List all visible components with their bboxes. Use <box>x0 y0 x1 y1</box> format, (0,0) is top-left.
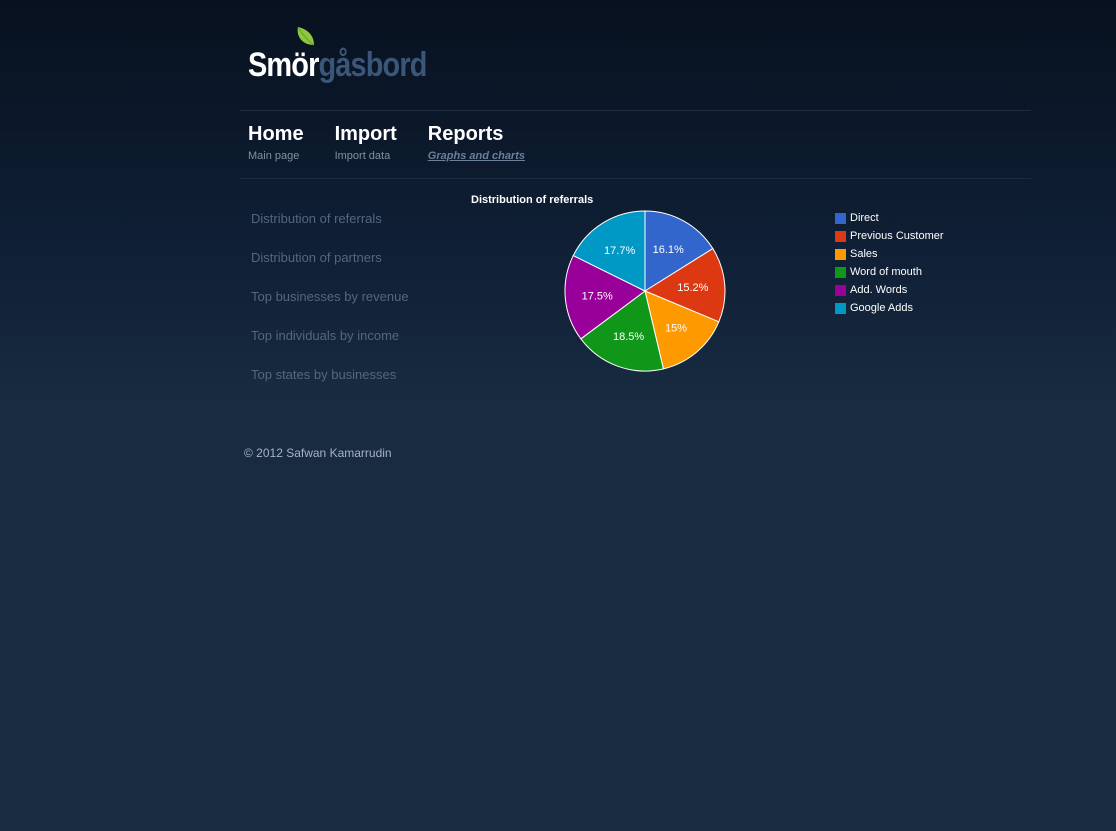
legend-swatch <box>835 302 846 314</box>
legend-label: Previous Customer <box>850 230 944 242</box>
logo-text: Smörgåsbord <box>248 46 427 84</box>
nav-title: Home <box>248 123 304 145</box>
legend-item[interactable]: Add. Words <box>835 281 944 299</box>
legend-swatch <box>835 230 846 242</box>
nav-subtitle-link[interactable]: Graphs and charts <box>428 149 525 163</box>
legend-label: Word of mouth <box>850 266 922 278</box>
legend-swatch <box>835 248 846 260</box>
chart-title: Distribution of referrals <box>471 194 594 206</box>
legend-item[interactable]: Google Adds <box>835 299 944 317</box>
nav-subtitle: Import data <box>334 150 391 162</box>
leaf-icon <box>297 26 315 46</box>
legend-swatch <box>835 212 846 224</box>
legend-item[interactable]: Previous Customer <box>835 227 944 245</box>
legend-swatch <box>835 266 846 278</box>
report-menu-item-referrals[interactable]: Distribution of referrals <box>251 210 409 249</box>
report-menu-item-states-businesses[interactable]: Top states by businesses <box>251 366 409 405</box>
legend-swatch <box>835 284 846 296</box>
legend-label: Google Adds <box>850 302 913 314</box>
nav-title: Import <box>334 123 397 145</box>
logo-text-part1: Smör <box>248 46 319 84</box>
legend-label: Direct <box>850 212 879 224</box>
logo-text-part2: gåsbord <box>318 46 427 84</box>
nav-title: Reports <box>427 123 504 145</box>
legend-label: Add. Words <box>850 284 908 296</box>
main-nav: Home Main page Import Import data Report… <box>248 122 556 163</box>
pie-slice-label: 15.2% <box>677 282 708 294</box>
legend-item[interactable]: Sales <box>835 245 944 263</box>
report-menu: Distribution of referrals Distribution o… <box>251 210 409 405</box>
report-menu-item-individuals-income[interactable]: Top individuals by income <box>251 327 409 366</box>
chart-legend: Direct Previous Customer Sales Word of mout… <box>835 209 944 317</box>
pie-chart: 16.1% 15.2% 15% 18.5% 17.5% 17.7% <box>564 210 726 372</box>
header-divider <box>240 110 1031 111</box>
nav-divider <box>240 178 1031 179</box>
legend-item[interactable]: Direct <box>835 209 944 227</box>
legend-item[interactable]: Word of mouth <box>835 263 944 281</box>
pie-slice-label: 17.5% <box>582 290 613 302</box>
nav-item-home[interactable]: Home Main page <box>248 122 304 163</box>
footer-copyright: © 2012 Safwan Kamarrudin <box>244 446 392 460</box>
pie-slice-label: 18.5% <box>613 331 644 343</box>
footer-divider <box>240 431 1031 432</box>
pie-slice-label: 15% <box>665 323 687 335</box>
report-menu-item-businesses-revenue[interactable]: Top businesses by revenue <box>251 288 409 327</box>
report-menu-item-partners[interactable]: Distribution of partners <box>251 249 409 288</box>
nav-subtitle: Main page <box>248 150 300 162</box>
nav-item-reports[interactable]: Reports Graphs and charts <box>428 122 525 163</box>
pie-slice-label: 16.1% <box>653 244 684 256</box>
pie-slice-label: 17.7% <box>604 245 635 257</box>
nav-item-import[interactable]: Import Import data <box>335 122 397 163</box>
logo[interactable]: Smörgåsbord <box>248 26 448 86</box>
legend-label: Sales <box>850 248 878 260</box>
